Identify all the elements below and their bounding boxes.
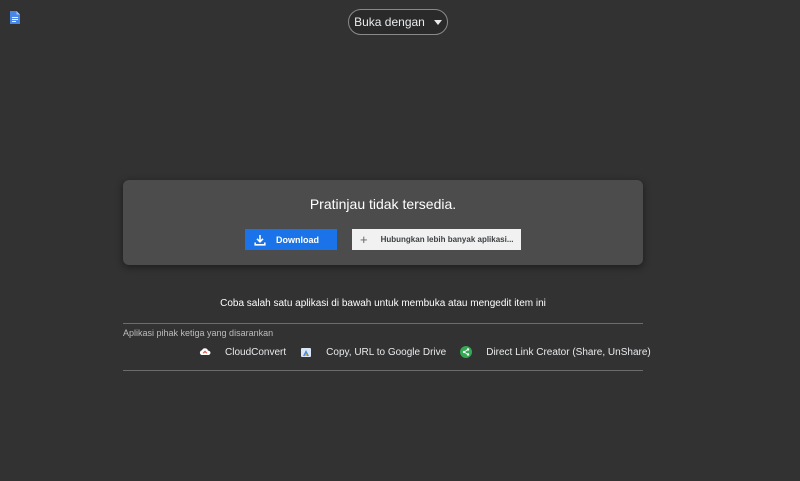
app-label: CloudConvert — [225, 346, 287, 358]
share-icon — [460, 346, 473, 358]
suggested-apps-heading: Aplikasi pihak ketiga yang disarankan — [123, 328, 274, 338]
divider — [123, 370, 643, 371]
connect-more-apps-label: Hubungkan lebih banyak aplikasi... — [380, 235, 514, 244]
document-file-icon — [10, 11, 20, 24]
open-with-label: Buka dengan — [354, 15, 425, 29]
app-label: Copy, URL to Google Drive — [326, 346, 447, 358]
caret-down-icon — [433, 19, 442, 25]
app-copy-url-to-google-drive[interactable]: Copy, URL to Google Drive — [300, 346, 446, 358]
download-icon — [254, 234, 266, 246]
divider — [123, 323, 643, 324]
app-direct-link-creator[interactable]: Direct Link Creator (Share, UnShare) — [460, 346, 651, 358]
cloudconvert-icon — [199, 348, 211, 355]
copy-url-drive-icon — [301, 348, 312, 357]
plus-icon: + — [360, 232, 368, 247]
open-with-dropdown[interactable]: Buka dengan — [348, 9, 448, 35]
suggested-apps-list: CloudConvert Copy, URL to Google Drive D… — [199, 346, 665, 358]
app-cloudconvert[interactable]: CloudConvert — [199, 346, 286, 358]
download-button[interactable]: Download — [245, 229, 337, 250]
preview-unavailable-card: Pratinjau tidak tersedia. Download + Hub… — [123, 180, 643, 265]
preview-unavailable-message: Pratinjau tidak tersedia. — [309, 196, 457, 212]
app-label: Direct Link Creator (Share, UnShare) — [486, 346, 651, 358]
connect-more-apps-button[interactable]: + Hubungkan lebih banyak aplikasi... — [352, 229, 521, 250]
try-apps-hint: Coba salah satu aplikasi di bawah untuk … — [220, 298, 546, 309]
download-label: Download — [276, 234, 319, 245]
